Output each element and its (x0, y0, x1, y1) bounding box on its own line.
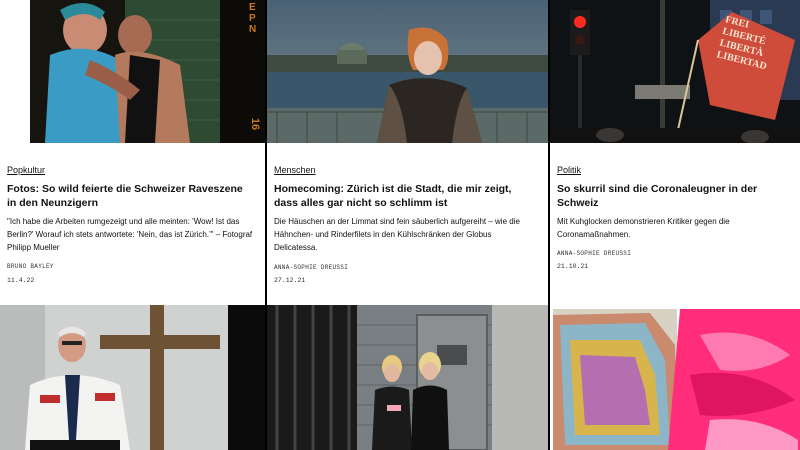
article-author[interactable]: BRUNO BAYLEY (7, 263, 54, 270)
article-card-nightlife[interactable] (267, 305, 548, 450)
category-link[interactable]: Menschen (274, 165, 316, 175)
article-card-cross[interactable] (0, 305, 265, 450)
article-author[interactable]: ANNA-SOPHIE DREUSSI (274, 264, 348, 271)
category-link[interactable]: Politik (557, 165, 581, 175)
article-title[interactable]: Fotos: So wild feierte die Schweizer Rav… (7, 182, 251, 210)
article-grid: EPN 16 Popkultur Fotos: So wild feierte … (0, 0, 800, 450)
category-link[interactable]: Popkultur (7, 165, 45, 175)
article-lede: Die Häuschen an der Limmat sind fein säu… (274, 217, 520, 252)
article-card-homecoming[interactable]: Menschen Homecoming: Zürich ist die Stad… (267, 0, 548, 305)
film-edge-text: EPN (249, 2, 257, 35)
article-date: 27.12.21 (274, 277, 306, 284)
article-body: Menschen Homecoming: Zürich ist die Stad… (267, 143, 548, 305)
article-image-nightlife[interactable] (267, 305, 548, 450)
article-lede: Mit Kuhglocken demonstrieren Kritiker ge… (557, 217, 730, 239)
article-image-protest[interactable]: FREI LIBERTÉ LIBERTÀ LIBERTAD (550, 0, 800, 143)
article-image-money[interactable] (550, 305, 800, 450)
article-title[interactable]: So skurril sind die Coronaleugner in der… (557, 182, 786, 210)
article-lede: "Ich habe die Arbeiten rumgezeigt und al… (7, 217, 253, 252)
article-author[interactable]: ANNA-SOPHIE DREUSSI (557, 250, 631, 257)
article-body: Politik So skurril sind die Coronaleugne… (550, 143, 800, 305)
article-title[interactable]: Homecoming: Zürich ist die Stadt, die mi… (274, 182, 534, 210)
article-image-rave[interactable]: EPN 16 (30, 0, 265, 143)
article-card-rave[interactable]: EPN 16 Popkultur Fotos: So wild feierte … (0, 0, 265, 305)
film-frame-number: 16 (248, 117, 261, 131)
article-date: 11.4.22 (7, 277, 35, 284)
article-date: 21.10.21 (557, 263, 589, 270)
article-body: Popkultur Fotos: So wild feierte die Sch… (0, 143, 265, 305)
article-image-cross[interactable] (0, 305, 265, 450)
article-card-money[interactable] (550, 305, 800, 450)
article-card-coronaleugner[interactable]: FREI LIBERTÉ LIBERTÀ LIBERTAD Politik So… (550, 0, 800, 305)
article-image-zurich[interactable] (267, 0, 548, 143)
